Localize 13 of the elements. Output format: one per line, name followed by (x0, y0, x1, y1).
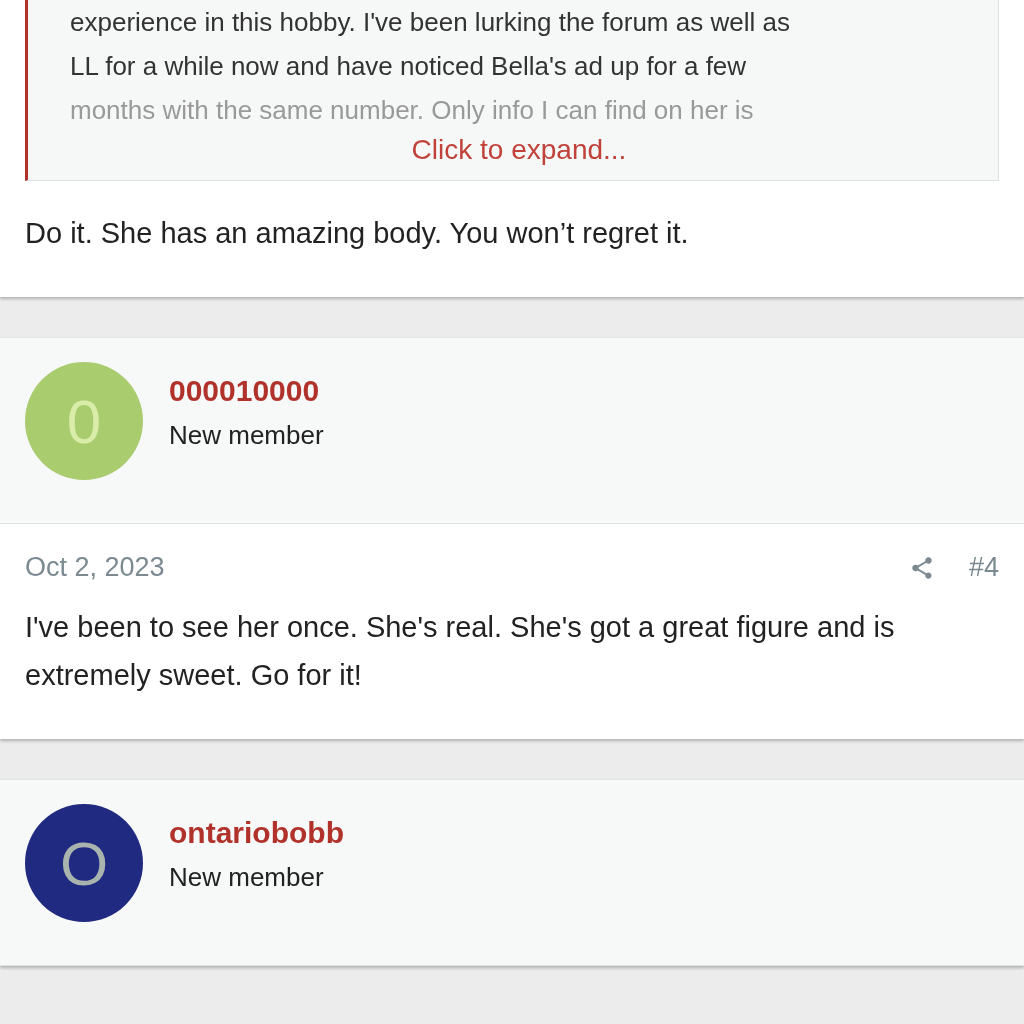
quote-line: months with the same number. Only info I can find on her is (70, 94, 754, 127)
expand-link[interactable]: Click to expand... (411, 134, 627, 165)
post-text: I've been to see her once. She's real. She's got a great figure and is extremely sweet. Go for it! (25, 610, 896, 693)
user-title: New member (169, 419, 324, 451)
username-link[interactable]: 000010000 (169, 373, 324, 408)
quote-line: experience in this hobby. I've been lurking the forum as well as (70, 6, 790, 39)
quote-line: LL for a while now and have noticed Bella's ad up for a few (70, 50, 747, 83)
post-number-link[interactable]: #4 (968, 552, 999, 583)
user-title: New member (169, 861, 325, 893)
username-link[interactable]: ontariobobb (169, 815, 344, 850)
post-text: Do it. She has an amazing body. You won’t regret it. (25, 216, 690, 251)
avatar[interactable]: O (25, 804, 143, 922)
post-date[interactable]: Oct 2, 2023 (25, 552, 909, 583)
